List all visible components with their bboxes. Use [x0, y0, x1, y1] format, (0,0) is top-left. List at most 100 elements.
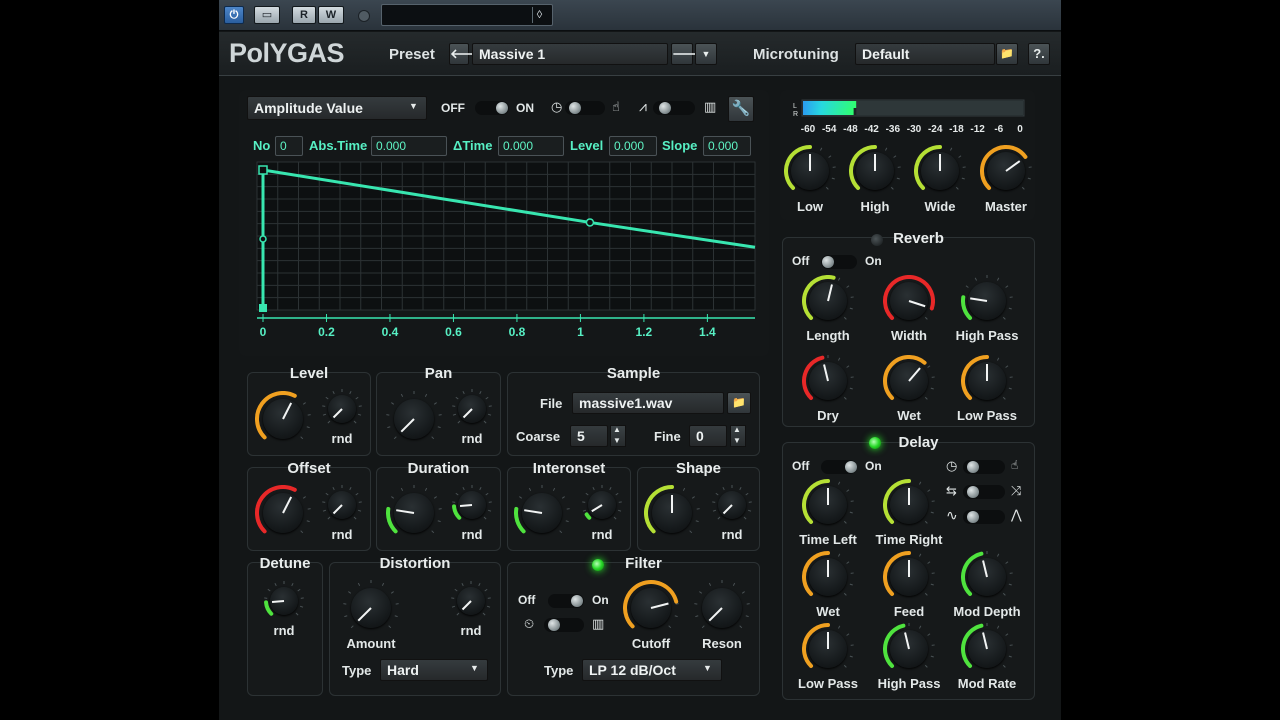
- envelope-graph[interactable]: 0 0.2 0.4 0.6 0.8 1 1.2 1.4: [251, 160, 761, 345]
- level-knob[interactable]: [255, 391, 311, 447]
- slope-input[interactable]: 0.000: [703, 136, 751, 156]
- preset-label: Preset: [389, 46, 435, 63]
- triangle-wave-icon[interactable]: ⋀: [1011, 507, 1022, 523]
- interonset-rnd-knob[interactable]: [582, 485, 622, 525]
- ping-pong-icon[interactable]: ⇆: [946, 483, 957, 499]
- wrench-icon[interactable]: 🔧: [728, 96, 754, 122]
- help-button[interactable]: ?.: [1028, 43, 1050, 65]
- reverb-toggle-dot[interactable]: [822, 256, 834, 268]
- folder-icon[interactable]: 📁: [996, 43, 1018, 65]
- filter-reson-knob[interactable]: [694, 580, 750, 636]
- delay-wet-knob[interactable]: [802, 551, 854, 603]
- cross-icon[interactable]: ⤨: [1011, 483, 1021, 499]
- plugin-window: ⏻ ▭ R W ◊ PolYGAS Preset 🡐 Massive 1 🡒 ▼…: [219, 0, 1061, 720]
- delay-mod-rate-knob[interactable]: [961, 623, 1013, 675]
- clock-icon[interactable]: ◷: [551, 99, 562, 115]
- level-rnd-knob[interactable]: [322, 389, 362, 429]
- offset-knob[interactable]: [255, 485, 311, 541]
- master-knob[interactable]: [980, 145, 1032, 197]
- distortion-title: Distortion: [379, 555, 451, 572]
- preset-next-button[interactable]: 🡒: [671, 43, 707, 65]
- delay-lowpass-knob[interactable]: [802, 623, 854, 675]
- envelope-point-mid[interactable]: [259, 235, 267, 243]
- host-preset-field[interactable]: [381, 4, 553, 26]
- curve-toggle-dot[interactable]: [659, 102, 671, 114]
- sync-toggle-dot[interactable]: [569, 102, 581, 114]
- folder-icon[interactable]: 📁: [727, 392, 751, 414]
- shape-knob[interactable]: [644, 485, 700, 541]
- delay-pingpong-dot[interactable]: [967, 486, 979, 498]
- fine-input[interactable]: 0: [689, 425, 727, 447]
- filter-title: Filter: [625, 555, 662, 572]
- write-automation-button[interactable]: W: [318, 6, 344, 24]
- pan-knob[interactable]: [386, 391, 442, 447]
- preset-field[interactable]: Massive 1: [472, 43, 668, 65]
- distortion-amount-knob[interactable]: [343, 580, 399, 636]
- bypass-button[interactable]: ▭: [254, 6, 280, 24]
- filter-toggle-dot[interactable]: [571, 595, 583, 607]
- keyboard-icon[interactable]: ▥: [592, 616, 604, 632]
- reverb-length-knob[interactable]: [802, 275, 854, 327]
- filter-type-select[interactable]: LP 12 dB/Oct: [582, 659, 722, 681]
- envelope-point-start[interactable]: [259, 304, 267, 312]
- reverb-lowpass-knob[interactable]: [961, 355, 1013, 407]
- chevron-down-icon: ▼: [703, 663, 712, 673]
- microtuning-field[interactable]: Default: [855, 43, 995, 65]
- fine-stepper[interactable]: [730, 425, 746, 447]
- delay-mod-depth-knob[interactable]: [961, 551, 1013, 603]
- delay-sync-dot[interactable]: [967, 461, 979, 473]
- curve-icon[interactable]: ⩘: [639, 98, 647, 115]
- filter-cutoff-knob[interactable]: [623, 580, 679, 636]
- record-dot-icon[interactable]: [358, 10, 370, 22]
- clock-icon[interactable]: ⏲: [524, 616, 534, 632]
- preset-prev-button[interactable]: 🡐: [449, 43, 485, 65]
- power-button[interactable]: ⏻: [224, 6, 244, 24]
- delay-wave-dot[interactable]: [967, 511, 979, 523]
- envelope-point[interactable]: [585, 218, 595, 227]
- plugin-header: PolYGAS Preset 🡐 Massive 1 🡒 ▼ Microtuni…: [219, 32, 1061, 76]
- duration-rnd-knob[interactable]: [452, 485, 492, 525]
- abs-time-input[interactable]: 0.000: [371, 136, 447, 156]
- delay-feed-knob[interactable]: [883, 551, 935, 603]
- reverb-dry-knob[interactable]: [802, 355, 854, 407]
- interonset-knob[interactable]: [514, 485, 570, 541]
- host-preset-arrow-icon[interactable]: ◊: [532, 7, 546, 23]
- pointer-icon[interactable]: ☝: [1011, 458, 1018, 472]
- detune-rnd-knob[interactable]: [264, 581, 304, 621]
- delta-time-input[interactable]: 0.000: [498, 136, 564, 156]
- envelope-toggle-dot[interactable]: [496, 102, 508, 114]
- shape-rnd-knob[interactable]: [712, 485, 752, 525]
- pan-rnd-knob[interactable]: [452, 389, 492, 429]
- sample-title: Sample: [606, 365, 661, 382]
- no-input[interactable]: 0: [275, 136, 303, 156]
- offset-rnd-knob[interactable]: [322, 485, 362, 525]
- delay-time-left-knob[interactable]: [802, 479, 854, 531]
- reverb-width-knob[interactable]: [883, 275, 935, 327]
- envelope-point-peak[interactable]: [258, 165, 268, 175]
- low-knob[interactable]: [784, 145, 836, 197]
- delay-time-left-label: Time Left: [799, 532, 857, 547]
- filter-sync-dot[interactable]: [548, 619, 560, 631]
- level-input[interactable]: 0.000: [609, 136, 657, 156]
- coarse-stepper[interactable]: [610, 425, 626, 447]
- keyboard-icon[interactable]: ▥: [704, 99, 716, 115]
- x-tick-label: 0.8: [509, 325, 526, 339]
- read-automation-button[interactable]: R: [292, 6, 316, 24]
- delta-time-label: ΔTime: [453, 138, 493, 153]
- delay-toggle-dot[interactable]: [845, 461, 857, 473]
- coarse-input[interactable]: 5: [570, 425, 608, 447]
- clock-icon[interactable]: ◷: [946, 458, 957, 474]
- reverb-highpass-knob[interactable]: [961, 275, 1013, 327]
- reverb-wet-knob[interactable]: [883, 355, 935, 407]
- sine-wave-icon[interactable]: ∿: [946, 507, 958, 524]
- duration-knob[interactable]: [386, 485, 442, 541]
- high-knob[interactable]: [849, 145, 901, 197]
- pointer-icon[interactable]: ☝: [612, 99, 620, 115]
- delay-time-right-knob[interactable]: [883, 479, 935, 531]
- distortion-rnd-knob[interactable]: [451, 581, 491, 621]
- delay-highpass-knob[interactable]: [883, 623, 935, 675]
- file-field[interactable]: massive1.wav: [572, 392, 724, 414]
- wide-knob[interactable]: [914, 145, 966, 197]
- preset-dropdown-button[interactable]: ▼: [695, 43, 717, 65]
- envelope-mode-select[interactable]: Amplitude Value: [247, 96, 427, 120]
